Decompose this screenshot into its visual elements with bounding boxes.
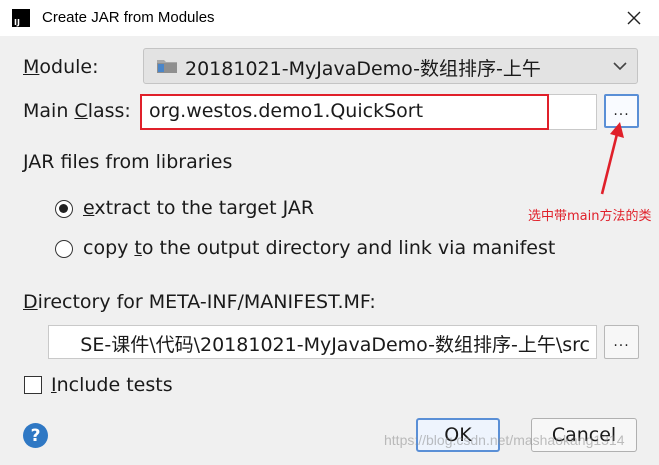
manifest-directory-input[interactable]: SE-课件\代码\20181021-MyJavaDemo-数组排序-上午\src	[48, 325, 597, 359]
chevron-down-icon	[613, 62, 627, 71]
cancel-button[interactable]: Cancel	[531, 418, 637, 452]
module-combobox[interactable]: 20181021-MyJavaDemo-数组排序-上午	[143, 48, 638, 84]
ok-button[interactable]: OK	[416, 418, 500, 452]
module-label: Module:	[23, 56, 99, 78]
jar-files-heading: JAR files from libraries	[23, 151, 233, 173]
dialog-title: Create JAR from Modules	[42, 9, 215, 26]
annotation-note: 选中带main方法的类	[528, 209, 652, 224]
copy-radio-label[interactable]: copy to the output directory and link vi…	[83, 237, 555, 259]
title-bar: IJ Create JAR from Modules	[0, 0, 659, 36]
manifest-label: Directory for META-INF/MANIFEST.MF:	[23, 291, 376, 313]
close-icon	[627, 11, 641, 25]
intellij-app-icon: IJ	[12, 9, 30, 27]
manifest-directory-value: SE-课件\代码\20181021-MyJavaDemo-数组排序-上午\src	[80, 334, 590, 356]
include-tests-checkbox[interactable]	[24, 376, 42, 394]
folder-icon	[157, 60, 177, 73]
annotation-arrow-icon	[600, 122, 624, 195]
main-class-label: Main Class:	[23, 100, 131, 122]
extract-radio[interactable]	[55, 200, 73, 218]
close-button[interactable]	[614, 3, 654, 33]
main-class-input[interactable]: org.westos.demo1.QuickSort	[140, 94, 597, 130]
copy-radio[interactable]	[55, 240, 73, 258]
manifest-browse-button[interactable]: ...	[604, 325, 639, 359]
main-class-browse-button[interactable]: ...	[604, 94, 639, 128]
main-class-value: org.westos.demo1.QuickSort	[149, 100, 424, 122]
extract-radio-label[interactable]: extract to the target JAR	[83, 197, 314, 219]
radio-selected-dot	[59, 204, 68, 213]
include-tests-label[interactable]: Include tests	[51, 374, 173, 396]
module-value: 20181021-MyJavaDemo-数组排序-上午	[185, 58, 541, 80]
help-icon[interactable]: ?	[23, 423, 48, 448]
